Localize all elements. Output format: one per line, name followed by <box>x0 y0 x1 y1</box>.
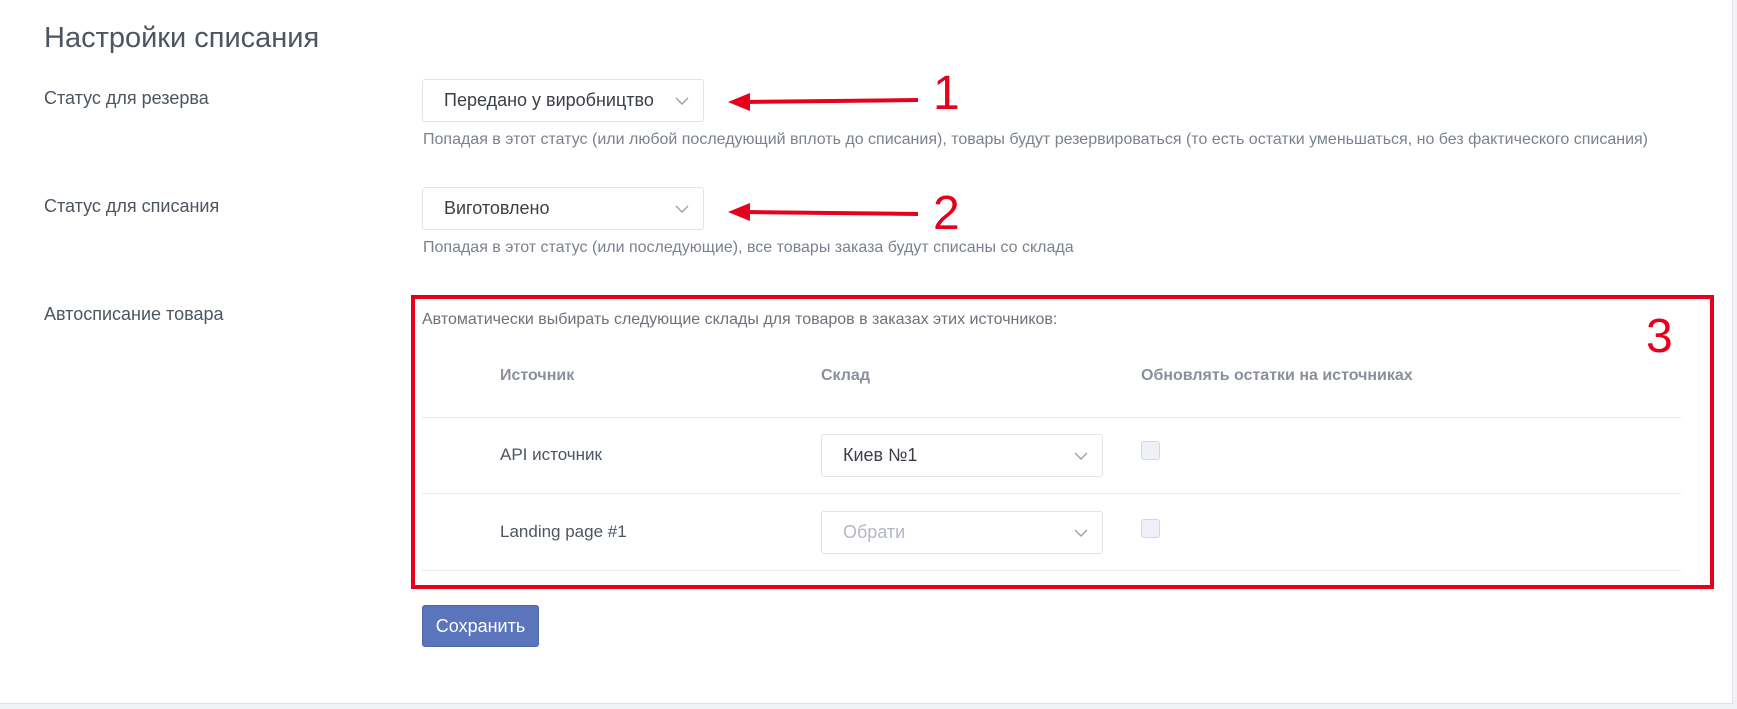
writeoff-status-hint: Попадая в этот статус (или последующие),… <box>423 239 1074 256</box>
settings-panel: Настройки списания Статус для резерва Пе… <box>0 0 1733 704</box>
annotation-number-1: 1 <box>933 67 960 120</box>
page-title: Настройки списания <box>44 22 320 54</box>
reserve-status-value: Передано у виробництво <box>444 90 654 110</box>
annotation-box-3 <box>411 295 1714 589</box>
reserve-status-select[interactable]: Передано у виробництво <box>422 79 704 122</box>
save-button[interactable]: Сохранить <box>422 605 539 647</box>
annotation-arrow-1 <box>728 93 919 111</box>
writeoff-status-select[interactable]: Виготовлено <box>422 187 704 230</box>
reserve-status-hint: Попадая в этот статус (или любой последу… <box>423 131 1649 148</box>
autowriteoff-label: Автосписание товара <box>44 304 224 324</box>
annotation-number-2: 2 <box>933 187 960 240</box>
writeoff-status-label: Статус для списания <box>44 196 220 216</box>
annotation-arrow-2 <box>728 203 919 221</box>
writeoff-status-value: Виготовлено <box>444 198 550 218</box>
chevron-down-icon <box>675 97 689 105</box>
annotation-number-3: 3 <box>1646 310 1673 363</box>
reserve-status-label: Статус для резерва <box>44 88 209 108</box>
chevron-down-icon <box>675 205 689 213</box>
